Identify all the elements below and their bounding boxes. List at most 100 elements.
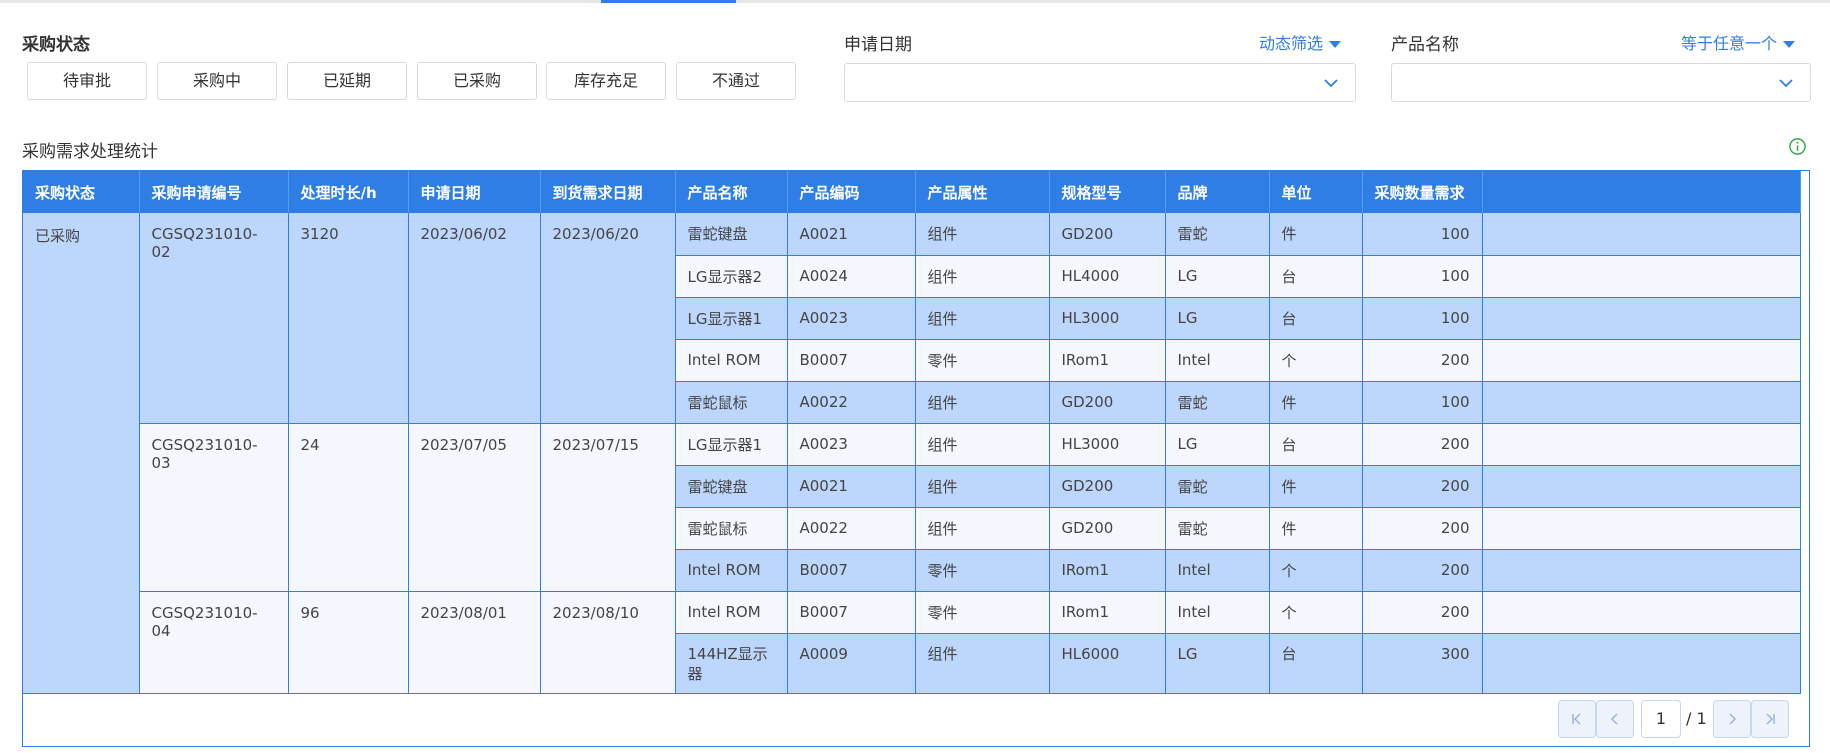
status-button-rejected[interactable]: 不通过 [676,62,796,100]
col-header-attr[interactable]: 产品属性 [915,171,1050,213]
cell-brand: LG [1165,255,1270,298]
table-row[interactable]: CGSQ231010-04 96 2023/08/01 2023/08/10 I… [23,591,1801,694]
cell-code: A0022 [787,381,916,424]
data-table-container: 采购状态 采购申请编号 处理时长/h 申请日期 到货需求日期 产品名称 产品编码… [22,170,1810,747]
last-page-icon [1766,713,1775,725]
next-page-button[interactable] [1713,700,1751,738]
cell-unit: 件 [1269,465,1363,508]
apply-date-mode-dropdown[interactable]: 动态筛选 [1259,30,1342,54]
apply-date-mode-label: 动态筛选 [1259,34,1324,53]
cell-qty: 100 [1362,297,1483,340]
cell-filler [1482,381,1801,424]
cell-brand: LG [1165,423,1270,466]
caret-down-icon [1329,41,1342,48]
cell-unit: 台 [1269,423,1363,466]
active-tab-indicator [601,0,736,3]
cell-spec: HL4000 [1049,255,1166,298]
cell-apply-date: 2023/06/02 [408,213,541,424]
cell-code: A0023 [787,423,916,466]
cell-qty: 200 [1362,591,1483,634]
cell-spec: IRom1 [1049,591,1166,634]
table-row[interactable]: 已采购 CGSQ231010-02 3120 2023/06/02 2023/0… [23,213,1801,694]
col-header-apply-date[interactable]: 申请日期 [408,171,541,213]
col-header-code[interactable]: 产品编码 [787,171,916,213]
cell-filler [1482,297,1801,340]
cell-brand: Intel [1165,339,1270,382]
cell-qty: 200 [1362,549,1483,592]
cell-unit: 个 [1269,549,1363,592]
info-circle-icon[interactable] [1788,137,1807,156]
status-button-pending[interactable]: 待审批 [27,62,147,100]
cell-product: LG显示器1 [675,423,788,466]
cell-brand: LG [1165,633,1270,694]
cell-duration: 24 [288,423,409,592]
cell-attr: 组件 [915,213,1050,256]
col-header-qty[interactable]: 采购数量需求 [1362,171,1483,213]
cell-brand: 雷蛇 [1165,381,1270,424]
cell-attr: 组件 [915,255,1050,298]
cell-brand: Intel [1165,549,1270,592]
cell-duration: 3120 [288,213,409,424]
col-header-unit[interactable]: 单位 [1269,171,1363,213]
chevron-left-icon [1610,713,1618,725]
cell-unit: 件 [1269,381,1363,424]
col-header-product[interactable]: 产品名称 [675,171,788,213]
cell-product: 雷蛇鼠标 [675,507,788,550]
table-row[interactable]: CGSQ231010-03 24 2023/07/05 2023/07/15 L… [23,423,1801,592]
cell-spec: GD200 [1049,381,1166,424]
cell-unit: 个 [1269,591,1363,634]
cell-product: 144HZ显示器 [675,633,788,694]
cell-attr: 组件 [915,633,1050,694]
status-button-delayed[interactable]: 已延期 [287,62,407,100]
prev-page-button[interactable] [1596,700,1634,738]
apply-date-select[interactable] [844,63,1356,102]
col-header-duration[interactable]: 处理时长/h [288,171,409,213]
cell-brand: LG [1165,297,1270,340]
cell-duration: 96 [288,591,409,694]
cell-filler [1482,213,1801,256]
cell-attr: 零件 [915,591,1050,634]
cell-spec: GD200 [1049,465,1166,508]
col-header-spec[interactable]: 规格型号 [1049,171,1166,213]
cell-spec: HL6000 [1049,633,1166,694]
cell-qty: 100 [1362,213,1483,256]
cell-product: 雷蛇鼠标 [675,381,788,424]
page-number-input[interactable]: 1 [1641,700,1681,738]
cell-unit: 件 [1269,213,1363,256]
cell-qty: 100 [1362,381,1483,424]
cell-filler [1482,465,1801,508]
cell-spec: GD200 [1049,213,1166,256]
cell-spec: IRom1 [1049,339,1166,382]
cell-due-date: 2023/06/20 [540,213,676,424]
cell-unit: 台 [1269,297,1363,340]
col-header-brand[interactable]: 品牌 [1165,171,1270,213]
col-header-status[interactable]: 采购状态 [23,171,140,213]
cell-product: 雷蛇键盘 [675,465,788,508]
cell-spec: GD200 [1049,507,1166,550]
page-total-label: / 1 [1686,709,1707,728]
cell-spec: HL3000 [1049,297,1166,340]
product-name-mode-label: 等于任意一个 [1681,34,1778,53]
cell-due-date: 2023/07/15 [540,423,676,592]
col-header-filler [1482,171,1801,213]
cell-product: Intel ROM [675,591,788,634]
cell-product: Intel ROM [675,549,788,592]
cell-spec: HL3000 [1049,423,1166,466]
cell-filler [1482,591,1801,634]
last-page-button[interactable] [1751,700,1789,738]
top-divider [0,0,1830,3]
cell-attr: 组件 [915,423,1050,466]
status-button-purchasing[interactable]: 采购中 [157,62,277,100]
product-name-select[interactable] [1391,63,1811,102]
cell-filler [1482,507,1801,550]
col-header-request-no[interactable]: 采购申请编号 [139,171,289,213]
first-page-button[interactable] [1558,700,1596,738]
data-table: 采购状态 采购申请编号 处理时长/h 申请日期 到货需求日期 产品名称 产品编码… [23,171,1801,694]
cell-qty: 100 [1362,255,1483,298]
status-button-in-stock[interactable]: 库存充足 [546,62,666,100]
cell-unit: 个 [1269,339,1363,382]
product-name-mode-dropdown[interactable]: 等于任意一个 [1681,30,1796,54]
status-button-purchased[interactable]: 已采购 [417,62,537,100]
caret-down-icon [1783,41,1796,48]
col-header-due-date[interactable]: 到货需求日期 [540,171,676,213]
